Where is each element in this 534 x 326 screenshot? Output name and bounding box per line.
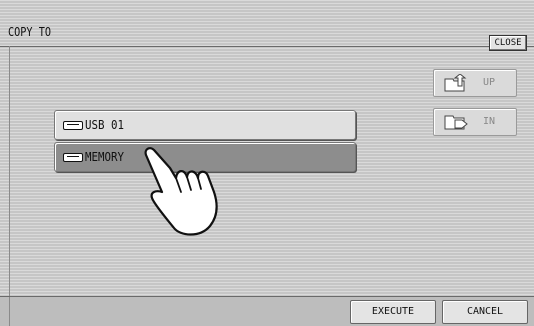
left-divider bbox=[9, 46, 10, 296]
drive-icon bbox=[63, 153, 83, 162]
page-title: COPY TO bbox=[8, 25, 51, 39]
drive-icon bbox=[63, 121, 83, 130]
in-label: IN bbox=[483, 116, 496, 127]
up-label: UP bbox=[483, 77, 496, 88]
pointing-hand-icon bbox=[144, 147, 218, 236]
close-button[interactable]: CLOSE bbox=[489, 35, 527, 51]
device-usb01-button[interactable]: USB 01 bbox=[54, 110, 356, 140]
bottom-action-bar: EXECUTE CANCEL bbox=[0, 296, 534, 326]
copy-to-screen: COPY TO CLOSE USB 01 MEMORY UP IN EXECUT… bbox=[0, 0, 534, 326]
execute-button[interactable]: EXECUTE bbox=[350, 300, 436, 324]
in-button[interactable]: IN bbox=[433, 108, 517, 136]
folder-in-icon bbox=[444, 115, 468, 130]
device-label: USB 01 bbox=[85, 118, 125, 132]
title-bar: COPY TO CLOSE bbox=[0, 12, 534, 51]
up-button[interactable]: UP bbox=[433, 69, 517, 97]
folder-up-icon bbox=[444, 74, 467, 92]
cancel-button[interactable]: CANCEL bbox=[442, 300, 528, 324]
device-label: MEMORY bbox=[85, 150, 125, 164]
